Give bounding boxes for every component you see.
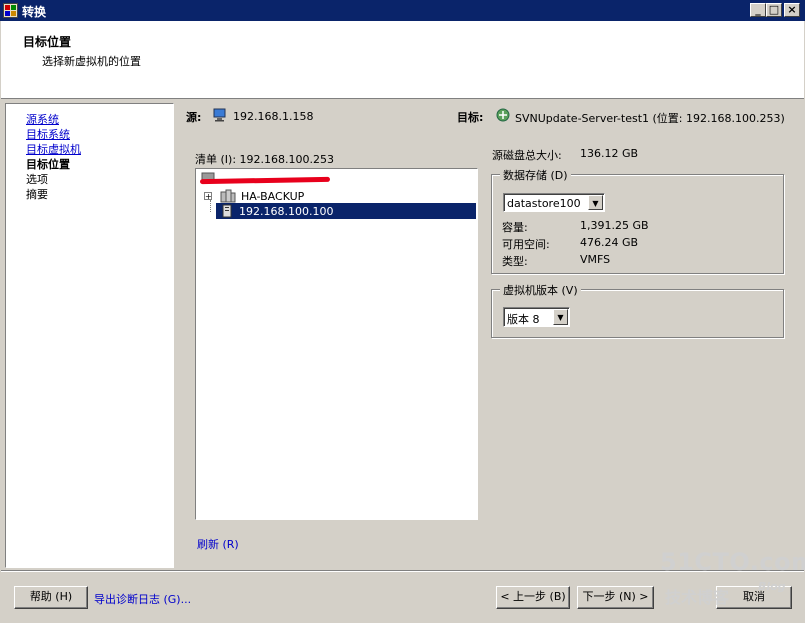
datastore-group: 数据存储 (D) datastore100 ▼ 容量: 1,391.25 GB … [491, 167, 784, 274]
vm-version-selected-value: 版本 8 [507, 313, 540, 326]
free-space-label: 可用空间: [502, 238, 550, 251]
help-button[interactable]: 帮助 (H) [14, 586, 88, 609]
wizard-header: 目标位置 选择新虚拟机的位置 [1, 21, 804, 99]
disk-total-label: 源磁盘总大小: [492, 149, 562, 162]
tree-node-label: 192.168.100.100 [239, 205, 334, 218]
window-title: 转换 [22, 5, 47, 19]
vm-version-group: 虚拟机版本 (V) 版本 8 ▼ [491, 282, 784, 338]
free-space-value: 476.24 GB [580, 236, 639, 249]
wizard-steps-nav: 源系统 目标系统 目标虚拟机 目标位置 选项 摘要 [5, 103, 174, 568]
target-value: SVNUpdate-Server-test1 (位置: 192.168.100.… [515, 112, 785, 125]
minimize-button[interactable]: _ [750, 3, 766, 17]
chevron-down-icon[interactable]: ▼ [588, 195, 603, 210]
title-bar[interactable]: 转换 _ □ × [0, 0, 805, 21]
nav-item-source-system[interactable]: 源系统 [26, 111, 59, 127]
source-address: 192.168.1.158 [233, 110, 314, 123]
type-label: 类型: [502, 255, 528, 268]
host-icon [222, 204, 232, 221]
watermark-blog: Blog [758, 580, 786, 593]
capacity-value: 1,391.25 GB [580, 219, 649, 232]
tree-node-label[interactable]: HA-BACKUP [241, 190, 304, 203]
page-title: 目标位置 [23, 35, 72, 49]
page-subtitle: 选择新虚拟机的位置 [42, 55, 141, 68]
maximize-button[interactable]: □ [766, 3, 782, 17]
watermark-logo: 51CTO.com [660, 548, 805, 576]
tree-expander[interactable]: + [204, 192, 212, 201]
export-logs-link[interactable]: 导出诊断日志 (G)... [94, 591, 191, 607]
inventory-tree[interactable]: + HA-BACKUP 192.168.100.100 [195, 168, 478, 520]
vm-version-select[interactable]: 版本 8 ▼ [503, 307, 570, 327]
nav-item-target-vm[interactable]: 目标虚拟机 [26, 141, 81, 157]
vm-version-legend: 虚拟机版本 (V) [500, 282, 581, 298]
target-label: 目标: [457, 111, 484, 124]
inventory-label: 清单 (I): 192.168.100.253 [195, 153, 334, 166]
datastore-selected-value: datastore100 [507, 197, 581, 210]
nav-item-label[interactable]: 源系统 [26, 113, 59, 126]
nav-item-summary: 摘要 [26, 188, 48, 201]
nav-item-target-system[interactable]: 目标系统 [26, 126, 70, 142]
chevron-down-icon[interactable]: ▼ [553, 309, 568, 325]
tree-line [210, 200, 212, 212]
converter-app-icon [3, 3, 18, 18]
capacity-label: 容量: [502, 221, 528, 234]
tree-node-selected[interactable]: 192.168.100.100 [216, 203, 476, 219]
source-label: 源: [186, 111, 202, 124]
nav-item-target-location: 目标位置 [26, 158, 70, 171]
redaction-mark [199, 176, 331, 185]
nav-item-label[interactable]: 目标系统 [26, 128, 70, 141]
datastore-legend: 数据存储 (D) [500, 167, 571, 183]
back-button[interactable]: < 上一步 (B) [496, 586, 570, 609]
target-vm-icon [495, 107, 511, 126]
type-value: VMFS [580, 253, 611, 266]
close-button[interactable]: × [784, 3, 800, 17]
refresh-link[interactable]: 刷新 (R) [197, 536, 239, 552]
watermark-subtitle: 技术博客 [665, 588, 730, 607]
next-button[interactable]: 下一步 (N) > [577, 586, 654, 609]
disk-total-value: 136.12 GB [580, 147, 639, 160]
nav-item-options: 选项 [26, 173, 48, 186]
nav-item-label[interactable]: 目标虚拟机 [26, 143, 81, 156]
source-computer-icon [212, 108, 228, 125]
datastore-select[interactable]: datastore100 ▼ [503, 193, 605, 212]
